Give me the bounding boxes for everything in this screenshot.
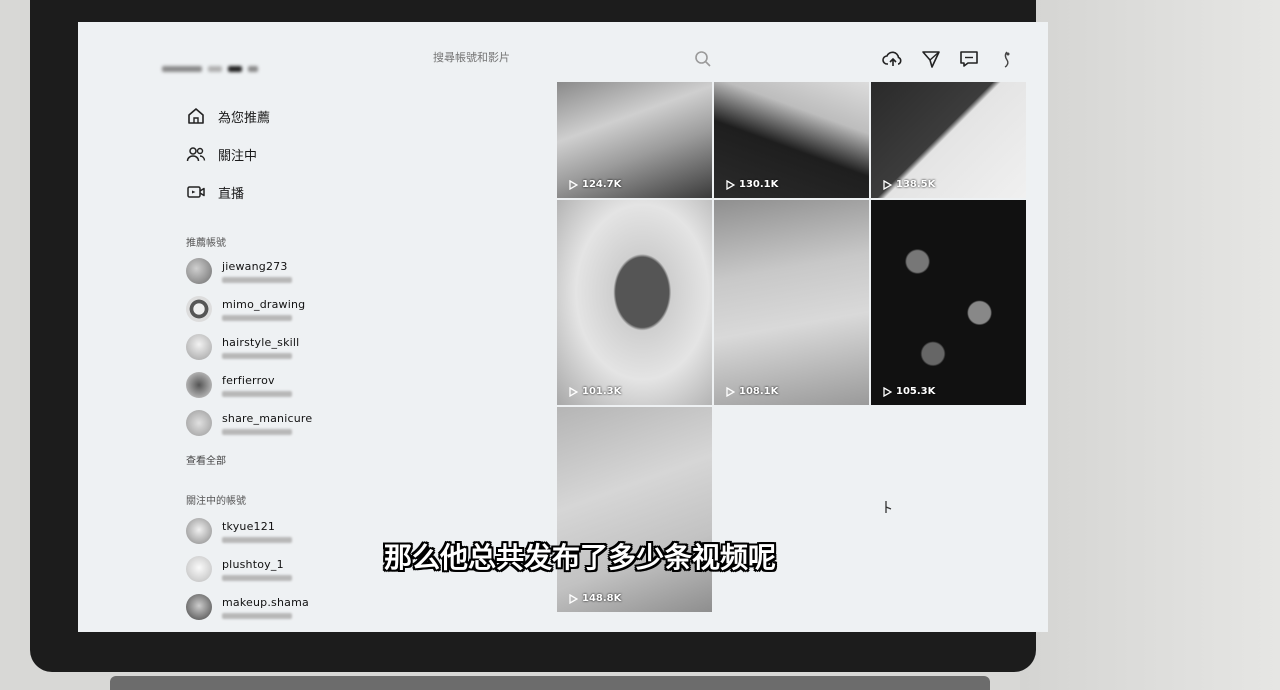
avatar [186, 334, 212, 360]
live-video-icon [187, 186, 205, 198]
view-count-text: 130.1K [739, 179, 779, 190]
avatar [186, 296, 212, 322]
video-thumbnail[interactable]: 130.1K [714, 82, 869, 198]
upload-cloud-icon[interactable] [882, 48, 904, 70]
play-icon [883, 179, 892, 190]
view-count-text: 101.3K [582, 386, 622, 397]
search-input[interactable] [433, 46, 723, 68]
send-message-icon[interactable] [920, 48, 942, 70]
suggested-account-item[interactable]: ferfierrov [186, 370, 292, 400]
nav-for-you[interactable]: 為您推薦 [186, 104, 270, 128]
account-nickname-blurred [222, 390, 292, 397]
play-icon [726, 179, 735, 190]
account-nickname-blurred [222, 314, 292, 321]
nav-for-you-label: 為您推薦 [218, 110, 271, 126]
suggested-accounts-title: 推薦帳號 [186, 238, 226, 249]
account-name: hairstyle_skill [222, 335, 300, 349]
inbox-comment-icon[interactable] [958, 48, 980, 70]
play-icon [883, 386, 892, 397]
video-thumbnail[interactable]: 101.3K [557, 200, 712, 405]
view-count: 148.8K [569, 593, 621, 604]
view-count: 101.3K [569, 386, 621, 397]
video-thumbnail[interactable]: 108.1K [714, 200, 869, 405]
site-logo[interactable] [162, 66, 258, 72]
suggested-account-item[interactable]: share_manicure [186, 408, 312, 438]
view-count: 130.1K [726, 179, 778, 190]
view-count: 124.7K [569, 179, 621, 190]
laptop-base [110, 676, 990, 690]
suggested-account-item[interactable]: jiewang273 [186, 256, 292, 286]
account-name: mimo_drawing [222, 297, 306, 311]
nav-following[interactable]: 關注中 [186, 142, 257, 166]
account-nickname-blurred [222, 276, 292, 283]
search-icon[interactable] [694, 50, 712, 68]
suggested-account-item[interactable]: hairstyle_skill [186, 332, 299, 362]
text-cursor-icon [885, 501, 892, 513]
play-icon [726, 386, 735, 397]
play-icon [569, 179, 578, 190]
video-thumbnail[interactable]: 124.7K [557, 82, 712, 198]
avatar [186, 410, 212, 436]
view-count: 138.5K [883, 179, 935, 190]
play-icon [569, 593, 578, 604]
play-icon [569, 386, 578, 397]
account-name: share_manicure [222, 411, 313, 425]
view-count-text: 108.1K [739, 386, 779, 397]
nav-live[interactable]: 直播 [186, 180, 244, 204]
view-count-text: 124.7K [582, 179, 622, 190]
video-caption-subtitle: 那么他总共发布了多少条视频呢 [0, 536, 1160, 576]
view-count-text: 105.3K [896, 386, 936, 397]
view-count: 108.1K [726, 386, 778, 397]
avatar [186, 372, 212, 398]
suggested-account-item[interactable]: mimo_drawing [186, 294, 305, 324]
video-thumbnail[interactable]: 138.5K [871, 82, 1026, 198]
account-nickname-blurred [222, 428, 292, 435]
account-name: makeup.shama [222, 595, 309, 609]
profile-avatar-icon[interactable] [996, 48, 1018, 70]
caption-text: 那么他总共发布了多少条视频呢 [383, 541, 776, 574]
avatar [186, 594, 212, 620]
video-thumbnail[interactable]: 105.3K [871, 200, 1026, 405]
following-account-item[interactable]: makeup.shama [186, 592, 309, 622]
top-bar [78, 22, 1048, 78]
home-icon [188, 108, 204, 124]
nav-following-label: 關注中 [218, 148, 258, 164]
account-nickname-blurred [222, 612, 292, 619]
account-name: jiewang273 [222, 259, 288, 273]
video-thumbnail[interactable]: 148.8K [557, 407, 712, 612]
account-nickname-blurred [222, 352, 292, 359]
avatar [186, 258, 212, 284]
account-name: tkyue121 [222, 519, 276, 533]
background-wall [1020, 0, 1280, 690]
view-count-text: 148.8K [582, 593, 622, 604]
view-count-text: 138.5K [896, 179, 936, 190]
see-all-link[interactable]: 查看全部 [186, 452, 226, 467]
nav-live-label: 直播 [218, 186, 245, 202]
following-accounts-title: 關注中的帳號 [186, 496, 246, 507]
account-name: ferfierrov [222, 373, 275, 387]
users-icon [186, 147, 206, 162]
view-count: 105.3K [883, 386, 935, 397]
